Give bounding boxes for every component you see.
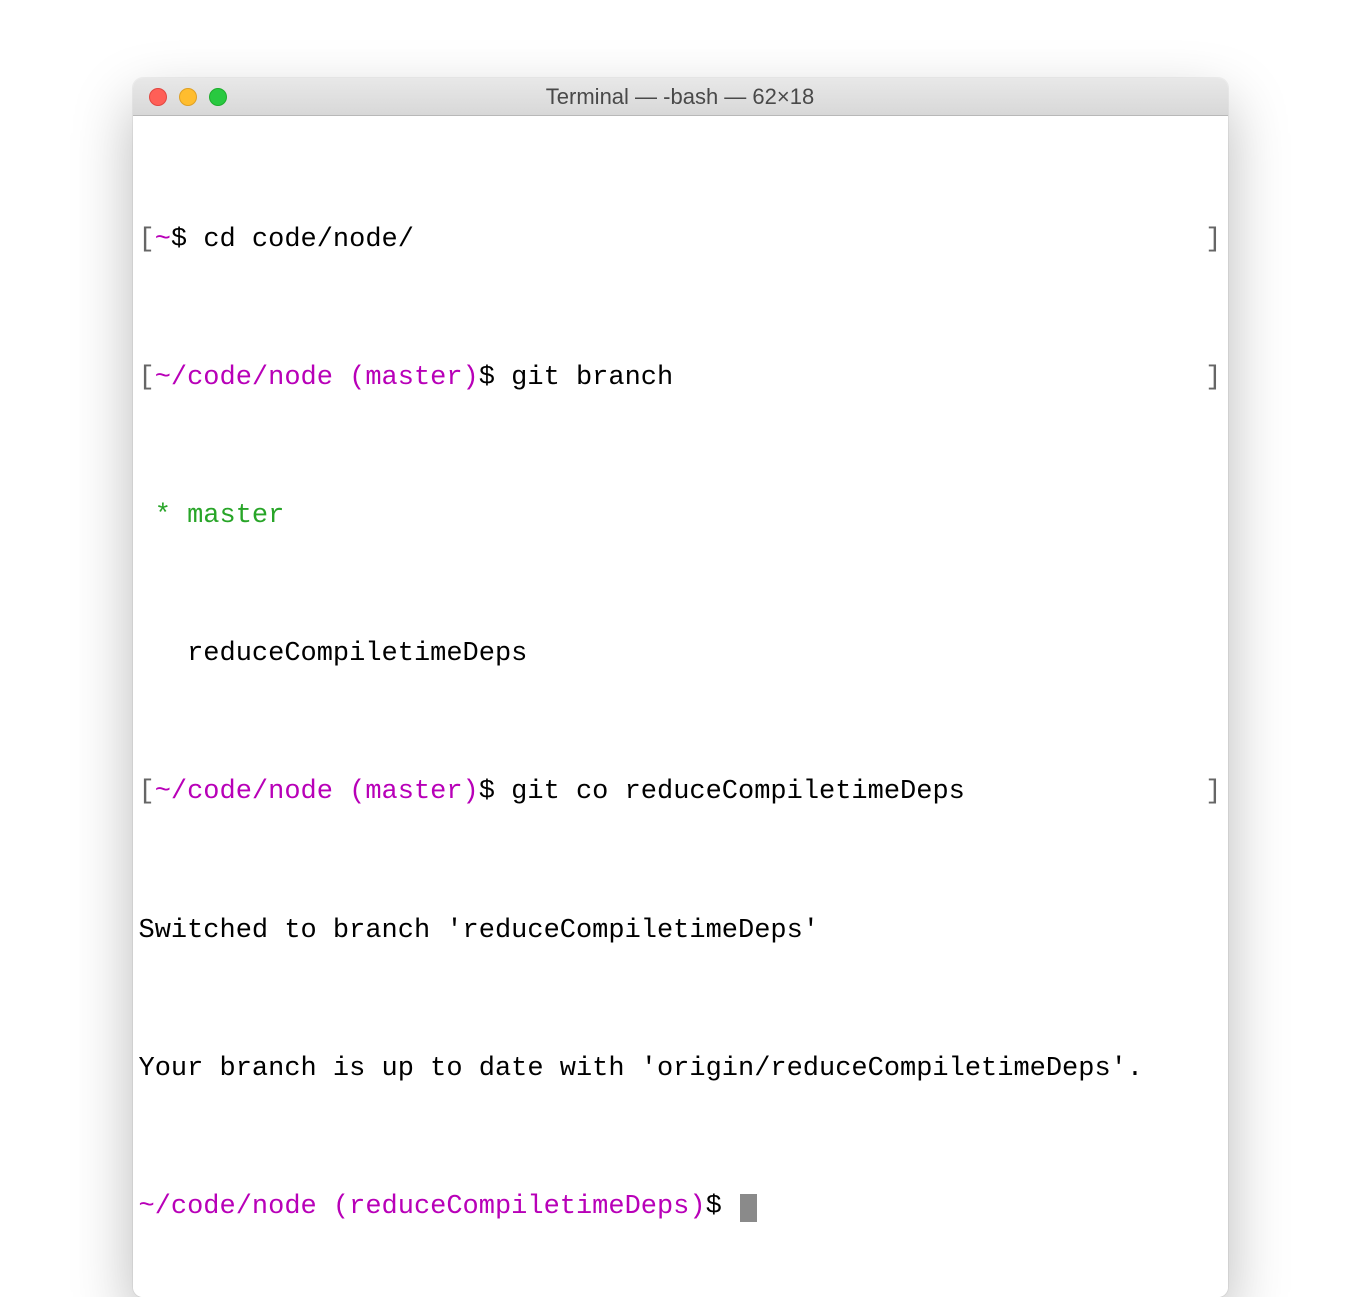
titlebar[interactable]: Terminal — -bash — 62×18 bbox=[133, 78, 1228, 116]
prompt-dollar: $ bbox=[479, 777, 511, 807]
terminal-line: [~/code/node (master)$ git co reduceComp… bbox=[139, 775, 1222, 810]
prompt-bracket: [ bbox=[139, 363, 155, 393]
terminal-line: * master bbox=[139, 499, 1222, 534]
branch-current-marker: * bbox=[139, 501, 188, 531]
prompt-bracket: [ bbox=[139, 777, 155, 807]
prompt-dollar: $ bbox=[706, 1192, 738, 1222]
output-text: Switched to branch 'reduceCompiletimeDep… bbox=[139, 916, 820, 946]
branch-indent bbox=[139, 639, 188, 669]
prompt-bracket: ] bbox=[1205, 361, 1221, 396]
terminal-line: Your branch is up to date with 'origin/r… bbox=[139, 1052, 1222, 1087]
maximize-button[interactable] bbox=[209, 88, 227, 106]
cursor-icon bbox=[740, 1194, 757, 1222]
branch-name: reduceCompiletimeDeps bbox=[187, 639, 527, 669]
terminal-line: ~/code/node (reduceCompiletimeDeps)$ bbox=[139, 1190, 1222, 1225]
traffic-lights bbox=[133, 88, 227, 106]
prompt-path: ~/code/node (master) bbox=[155, 777, 479, 807]
output-text: Your branch is up to date with 'origin/r… bbox=[139, 1054, 1144, 1084]
minimize-button[interactable] bbox=[179, 88, 197, 106]
prompt-bracket: ] bbox=[1205, 223, 1221, 258]
prompt-path: ~/code/node (master) bbox=[155, 363, 479, 393]
prompt-path: ~/code/node (reduceCompiletimeDeps) bbox=[139, 1192, 706, 1222]
command-text: cd code/node/ bbox=[203, 225, 414, 255]
terminal-line: reduceCompiletimeDeps bbox=[139, 637, 1222, 672]
terminal-line: Switched to branch 'reduceCompiletimeDep… bbox=[139, 914, 1222, 949]
prompt-dollar: $ bbox=[171, 225, 203, 255]
prompt-path: ~ bbox=[155, 225, 171, 255]
terminal-window: Terminal — -bash — 62×18 [~$ cd code/nod… bbox=[133, 78, 1228, 1297]
command-text: git branch bbox=[511, 363, 673, 393]
window-title: Terminal — -bash — 62×18 bbox=[133, 84, 1228, 110]
prompt-dollar: $ bbox=[479, 363, 511, 393]
branch-name-current: master bbox=[187, 501, 284, 531]
terminal-line: [~/code/node (master)$ git branch ] bbox=[139, 361, 1222, 396]
close-button[interactable] bbox=[149, 88, 167, 106]
terminal-content[interactable]: [~$ cd code/node/ ] [~/code/node (master… bbox=[133, 116, 1228, 1297]
prompt-bracket: [ bbox=[139, 225, 155, 255]
command-text: git co reduceCompiletimeDeps bbox=[511, 777, 965, 807]
prompt-bracket: ] bbox=[1205, 775, 1221, 810]
terminal-line: [~$ cd code/node/ ] bbox=[139, 223, 1222, 258]
